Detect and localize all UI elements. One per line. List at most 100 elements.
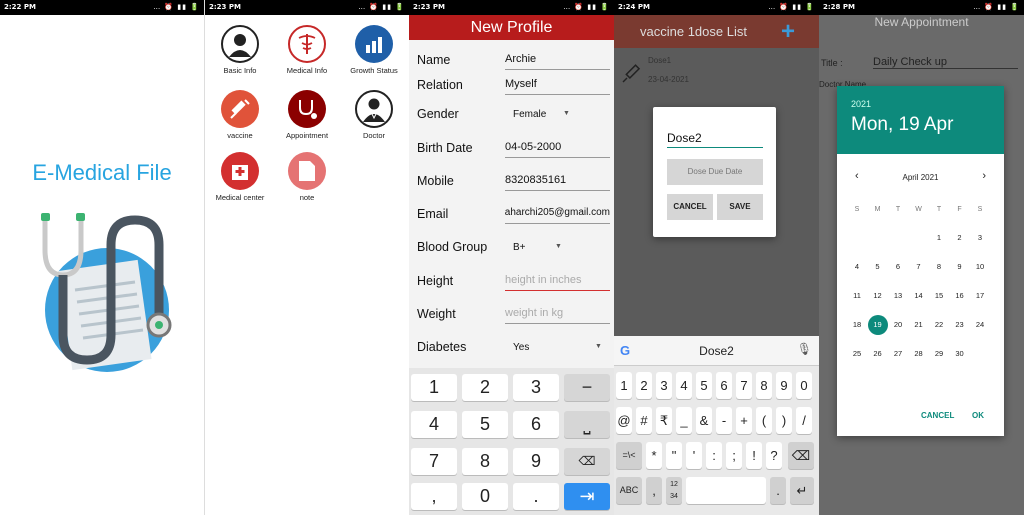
key[interactable]: , (411, 483, 457, 510)
calendar-day[interactable]: 22 (929, 315, 949, 335)
calendar-day[interactable]: 21 (909, 315, 929, 335)
calendar-day[interactable]: 24 (970, 315, 990, 335)
dropdown-arrow-icon[interactable]: ▼ (563, 110, 570, 117)
blood-group-select[interactable]: B+ (513, 242, 526, 253)
relation-field[interactable]: Myself (505, 78, 610, 95)
menu-note[interactable]: note (272, 152, 342, 202)
key[interactable]: # (636, 407, 652, 434)
calendar-day[interactable]: 14 (909, 286, 929, 306)
key[interactable]: 8 (756, 372, 772, 399)
backspace-key[interactable]: ⌫ (788, 442, 814, 469)
calendar-day[interactable]: 13 (888, 286, 908, 306)
menu-vaccine[interactable]: vaccine (205, 90, 275, 140)
key[interactable]: : (706, 442, 722, 469)
key[interactable]: 6 (513, 411, 559, 438)
save-button[interactable]: SAVE (717, 194, 763, 220)
chevron-right-icon[interactable]: › (982, 170, 986, 182)
backspace-key[interactable]: ⌫ (564, 448, 610, 475)
email-field[interactable]: aharchi205@gmail.com (505, 207, 610, 224)
key[interactable]: , (646, 477, 662, 504)
key[interactable]: 5 (462, 411, 508, 438)
enter-key[interactable]: ↵ (790, 477, 814, 504)
key[interactable]: ( (756, 407, 772, 434)
height-field[interactable]: height in inches (505, 274, 610, 291)
key[interactable]: 0 (462, 483, 508, 510)
calendar-day[interactable]: 9 (950, 257, 970, 277)
key[interactable]: 5 (696, 372, 712, 399)
calendar-day[interactable]: 12 (868, 286, 888, 306)
calendar-day[interactable]: 20 (888, 315, 908, 335)
key[interactable]: & (696, 407, 712, 434)
calendar-day[interactable]: 18 (847, 315, 867, 335)
dose-due-date-button[interactable]: Dose Due Date (667, 159, 763, 185)
key[interactable]: . (770, 477, 786, 504)
key[interactable]: ₹ (656, 407, 672, 434)
menu-basic-info[interactable]: Basic Info (205, 25, 275, 75)
more-symbols-key[interactable]: =\< (616, 442, 642, 469)
key[interactable]: * (646, 442, 662, 469)
calendar-day[interactable]: 8 (929, 257, 949, 277)
key[interactable]: 3 (513, 374, 559, 401)
calendar-day[interactable]: 4 (847, 257, 867, 277)
key[interactable]: 4 (411, 411, 457, 438)
menu-doctor[interactable]: Doctor (339, 90, 409, 140)
calendar-day[interactable]: 5 (868, 257, 888, 277)
calendar-day[interactable]: 19 (867, 315, 888, 335)
key[interactable]: ? (766, 442, 782, 469)
key[interactable]: 3 (656, 372, 672, 399)
calendar-day[interactable]: 1 (929, 228, 949, 248)
key[interactable]: 1 (411, 374, 457, 401)
key[interactable]: 2 (462, 374, 508, 401)
key[interactable]: - (716, 407, 732, 434)
key[interactable]: / (796, 407, 812, 434)
key[interactable]: 1 (616, 372, 632, 399)
gender-select[interactable]: Female (513, 109, 546, 120)
key[interactable]: " (666, 442, 682, 469)
key[interactable]: ) (776, 407, 792, 434)
calendar-day[interactable]: 16 (950, 286, 970, 306)
calendar-day[interactable]: 17 (970, 286, 990, 306)
key[interactable]: ; (726, 442, 742, 469)
weight-field[interactable]: weight in kg (505, 307, 610, 324)
calendar-day[interactable]: 27 (888, 344, 908, 364)
space-key[interactable] (686, 477, 766, 504)
calendar-day[interactable]: 25 (847, 344, 867, 364)
cancel-button[interactable]: CANCEL (667, 194, 713, 220)
calendar-day[interactable]: 23 (950, 315, 970, 335)
cancel-button[interactable]: CANCEL (921, 411, 954, 420)
menu-medical-info[interactable]: Medical Info (272, 25, 342, 75)
key[interactable]: 8 (462, 448, 508, 475)
key[interactable]: _ (676, 407, 692, 434)
calendar-day[interactable]: 30 (950, 344, 970, 364)
key[interactable]: ! (746, 442, 762, 469)
space-key[interactable]: ⎵ (564, 411, 610, 438)
calendar-day[interactable]: 29 (929, 344, 949, 364)
menu-medical-center[interactable]: Medical center (205, 152, 275, 202)
add-icon[interactable]: + (781, 15, 795, 48)
key[interactable]: 0 (796, 372, 812, 399)
mobile-field[interactable]: 8320835161 (505, 174, 610, 191)
calendar-day[interactable]: 2 (950, 228, 970, 248)
birth-date-field[interactable]: 04-05-2000 (505, 141, 610, 158)
calendar-day[interactable]: 15 (929, 286, 949, 306)
key[interactable]: 7 (736, 372, 752, 399)
key[interactable]: 7 (411, 448, 457, 475)
number-pad-key[interactable]: 12 34 (666, 477, 682, 504)
ok-button[interactable]: OK (972, 411, 984, 420)
key[interactable]: 4 (676, 372, 692, 399)
key[interactable]: 9 (776, 372, 792, 399)
calendar-day[interactable]: 10 (970, 257, 990, 277)
key[interactable]: 9 (513, 448, 559, 475)
next-key[interactable]: ⇥ (564, 483, 610, 510)
diabetes-select[interactable]: Yes (513, 342, 529, 353)
calendar-day[interactable]: 26 (868, 344, 888, 364)
calendar-day[interactable]: 6 (888, 257, 908, 277)
key[interactable]: 2 (636, 372, 652, 399)
dose-name-input[interactable]: Dose2 (667, 131, 763, 148)
key[interactable]: . (513, 483, 559, 510)
year-label[interactable]: 2021 (851, 99, 871, 109)
menu-appointment[interactable]: Appointment (272, 90, 342, 140)
key[interactable]: − (564, 374, 610, 401)
microphone-icon[interactable]: 🎙 (797, 342, 812, 356)
menu-growth-status[interactable]: Growth Status (339, 25, 409, 75)
